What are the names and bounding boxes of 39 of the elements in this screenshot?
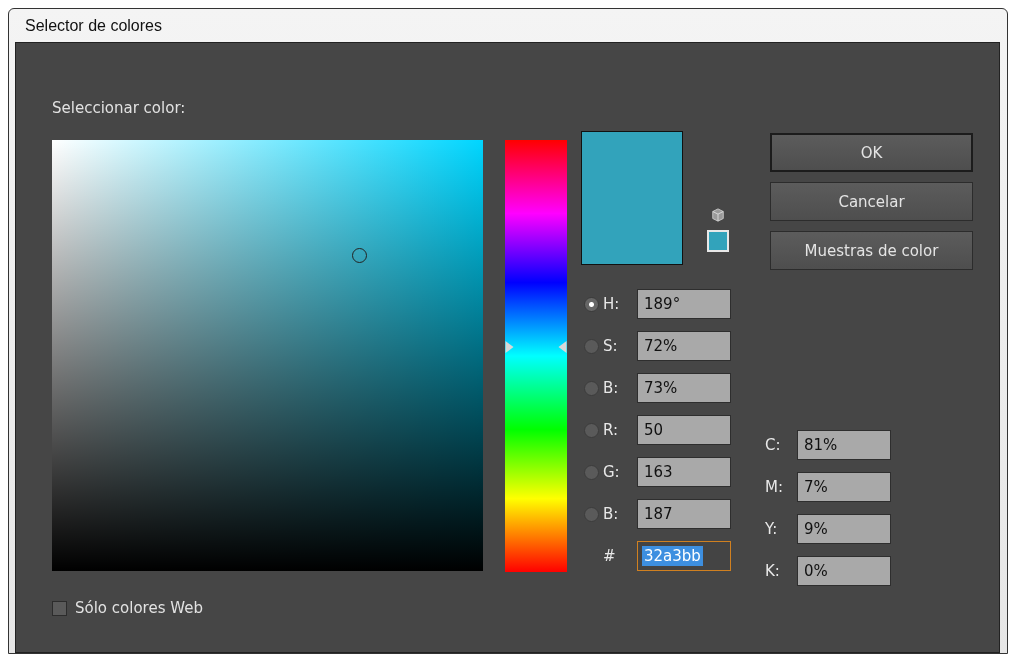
value-field[interactable]: 7% (797, 472, 891, 502)
cube-icon[interactable] (711, 208, 725, 222)
field-label: R: (603, 421, 619, 439)
field-label: H: (603, 295, 621, 313)
dialog-button[interactable]: Muestras de color (770, 231, 973, 270)
radio-button[interactable] (584, 506, 599, 522)
field-label: C: (765, 436, 782, 454)
field-label: B: (603, 505, 620, 523)
radio-button[interactable] (584, 464, 599, 480)
hex-label: # (603, 547, 617, 565)
select-color-label: Seleccionar color: (52, 99, 187, 119)
value-field[interactable]: 50 (637, 415, 731, 445)
value-field[interactable]: 72% (637, 331, 731, 361)
field-label: B: (603, 379, 620, 397)
field-label: K: (765, 562, 781, 580)
field-label: M: (765, 478, 784, 496)
field-label: G: (603, 463, 621, 481)
hue-slider-handle[interactable] (505, 341, 567, 354)
dialog-button[interactable]: Cancelar (770, 182, 973, 221)
field-label: S: (603, 337, 619, 355)
hue-slider[interactable] (505, 140, 567, 572)
radio-button[interactable] (584, 380, 599, 396)
window-title: Selector de colores (25, 16, 162, 35)
radio-button[interactable] (584, 338, 599, 354)
checkbox[interactable] (52, 600, 67, 616)
value-field[interactable]: 9% (797, 514, 891, 544)
value-field[interactable]: 0% (797, 556, 891, 586)
field-label: Y: (765, 520, 779, 538)
dialog-button[interactable]: OK (770, 133, 973, 172)
value-field[interactable]: 73% (637, 373, 731, 403)
radio-button[interactable] (584, 422, 599, 438)
color-field[interactable] (52, 140, 483, 571)
radio-button[interactable] (584, 296, 599, 312)
value-field[interactable]: 189° (637, 289, 731, 319)
checkbox-label: Sólo colores Web (75, 599, 203, 617)
value-field[interactable]: 163 (637, 457, 731, 487)
value-field[interactable]: 81% (797, 430, 891, 460)
web-safe-swatch[interactable] (707, 230, 729, 252)
value-field[interactable]: 187 (637, 499, 731, 529)
